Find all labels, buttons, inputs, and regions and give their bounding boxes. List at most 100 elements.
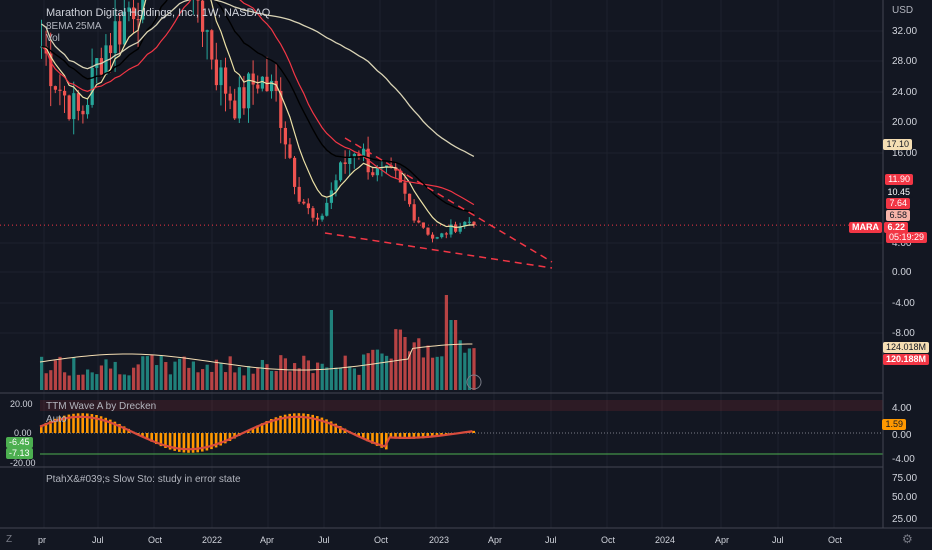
volume-bar	[224, 372, 228, 390]
volume-bar	[440, 356, 444, 390]
wave-right-tick: -4.00	[892, 454, 915, 465]
price-tag-8ema: 6.58	[886, 210, 910, 221]
candle-body	[270, 80, 274, 92]
wave-histogram-bar	[472, 430, 475, 433]
volume-bar	[242, 375, 246, 390]
time-label: Apr	[260, 535, 275, 545]
wave-right-tick: 4.00	[892, 403, 912, 414]
volume-bar	[136, 364, 140, 390]
candle-body	[233, 100, 237, 119]
time-label: Jul	[92, 535, 104, 545]
volume-bar	[95, 374, 99, 390]
price-tag-ema: 10.45	[884, 187, 913, 198]
volume-bar	[228, 356, 232, 390]
stoch-tick: 25.00	[892, 514, 918, 525]
time-label: Oct	[148, 535, 163, 545]
volume-bar	[449, 320, 453, 390]
wave-indicator-title[interactable]: TTM Wave A by Drecken	[46, 401, 156, 413]
volume-bar	[412, 342, 416, 390]
candle-body	[86, 104, 90, 115]
volume-bar	[316, 362, 320, 390]
volume-bar	[214, 359, 218, 390]
volume-bar	[472, 348, 476, 390]
candle-body	[95, 58, 99, 68]
candle-body	[283, 127, 287, 145]
stoch-error-message[interactable]: PtahX&#039;s Slow Sto: study in error st…	[46, 474, 241, 486]
candle-body	[297, 186, 301, 202]
wave-upper-band	[40, 400, 883, 411]
volume-bar	[205, 364, 209, 390]
candle-body	[352, 153, 356, 157]
volume-bar	[417, 338, 421, 390]
time-label: 2024	[655, 535, 676, 545]
candle-body	[109, 45, 113, 54]
volume-bar	[219, 362, 223, 390]
candle-body	[81, 110, 85, 115]
candle-body	[426, 227, 430, 235]
chart-canvas[interactable]	[0, 0, 932, 550]
time-label: Jul	[772, 535, 784, 545]
price-tick: -4.00	[892, 298, 915, 309]
price-tick: 28.00	[892, 56, 918, 67]
volume-bar	[366, 353, 370, 390]
volume-bar	[201, 369, 205, 390]
candle-body	[454, 224, 458, 232]
candle-body	[76, 93, 80, 111]
z-icon[interactable]: Z	[6, 534, 12, 545]
candle-body	[375, 168, 379, 176]
candle-body	[417, 220, 421, 223]
volume-bar	[109, 368, 113, 390]
time-label: pr	[38, 535, 47, 545]
indicator-volume[interactable]: Vol	[46, 33, 60, 45]
candle-body	[288, 144, 292, 158]
volume-bar	[44, 373, 48, 390]
volume-bar	[256, 367, 260, 390]
candle-body	[444, 233, 448, 235]
volume-bar	[311, 373, 315, 390]
volume-bar	[403, 337, 407, 390]
candle-body	[467, 221, 471, 223]
price-tick: 0.00	[892, 267, 912, 278]
volume-bar	[150, 354, 154, 390]
volume-bar	[302, 355, 306, 390]
candle-body	[302, 201, 306, 204]
volume-bar	[187, 367, 191, 390]
volume-bar	[288, 371, 292, 390]
candle-body	[205, 30, 209, 32]
volume-bar	[118, 374, 122, 390]
volume-bar	[454, 320, 458, 390]
time-label: Jul	[318, 535, 330, 545]
volume-bar	[113, 361, 117, 390]
volume-tag-last: 120.188M	[882, 354, 929, 365]
price-tag-200ma: 17.10	[883, 139, 912, 150]
candle-body	[58, 89, 62, 91]
volume-bar	[196, 372, 200, 390]
volume-bar	[132, 367, 136, 390]
volume-bar	[293, 363, 297, 390]
stoch-tick: 50.00	[892, 492, 918, 503]
volume-bar	[104, 359, 108, 390]
candle-body	[371, 172, 375, 176]
candle-body	[113, 21, 117, 54]
indicator-ema-ma[interactable]: 8EMA 25MA	[46, 21, 102, 33]
candle-body	[136, 19, 140, 21]
candle-body	[325, 202, 329, 216]
volume-bar	[444, 295, 448, 390]
candle-body	[219, 67, 223, 86]
volume-bar	[90, 372, 94, 390]
candle-body	[214, 59, 218, 86]
volume-bar	[76, 374, 80, 390]
volume-bar	[362, 354, 366, 390]
time-label: 2023	[429, 535, 450, 545]
candle-body	[334, 180, 338, 191]
price-tick: -8.00	[892, 328, 915, 339]
volume-bar	[127, 375, 131, 390]
candle-body	[210, 30, 214, 60]
wave-left-tag: -6.45	[6, 437, 33, 448]
price-tag-25ma: 11.90	[885, 174, 913, 185]
volume-bar	[426, 345, 430, 390]
volume-bar	[81, 374, 85, 390]
volume-bar	[329, 310, 333, 390]
gear-icon[interactable]: ⚙	[902, 532, 913, 546]
volume-bar	[49, 370, 53, 390]
